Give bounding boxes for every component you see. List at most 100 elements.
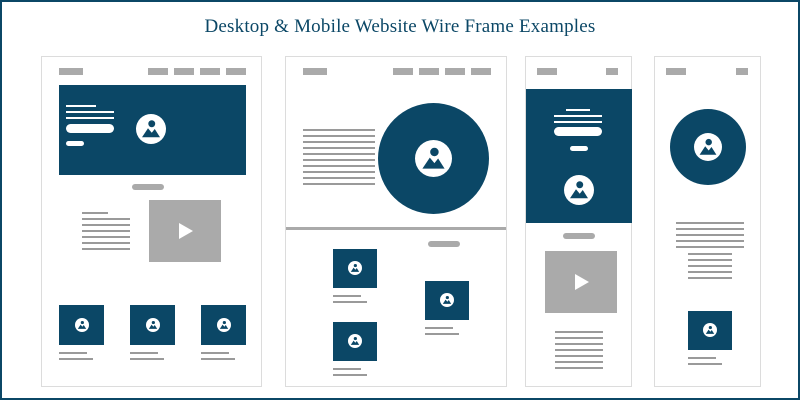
text-line: [676, 222, 744, 224]
hero-text-line: [66, 111, 114, 113]
nav-item: [226, 68, 246, 75]
image-mountain-icon: [75, 318, 89, 332]
image-mountain-icon: [694, 133, 722, 161]
text-line: [82, 236, 130, 238]
nav-item: [393, 68, 413, 75]
caption-line: [130, 352, 158, 354]
text-line: [303, 153, 375, 155]
text-line: [555, 367, 603, 369]
section-heading-placeholder: [132, 184, 164, 190]
menu-placeholder: [736, 68, 748, 75]
hero-image-circle: [670, 109, 746, 185]
wireframe-mobile-2: [654, 56, 761, 387]
nav-item: [200, 68, 220, 75]
text-line: [303, 177, 375, 179]
caption-line: [688, 357, 716, 359]
image-mountain-icon: [564, 175, 594, 205]
caption-line: [425, 327, 453, 329]
section-heading-placeholder: [563, 233, 595, 239]
text-line: [303, 165, 375, 167]
text-line: [82, 224, 130, 226]
hero-banner: [59, 85, 246, 175]
image-mountain-icon: [146, 318, 160, 332]
page-title: Desktop & Mobile Website Wire Frame Exam…: [204, 16, 596, 37]
text-line: [303, 141, 375, 143]
image-tile: [333, 322, 377, 361]
caption-line: [201, 358, 235, 360]
text-line: [688, 271, 732, 273]
hero-input-placeholder: [66, 124, 114, 133]
image-tile: [688, 311, 732, 350]
logo-placeholder: [303, 68, 327, 75]
text-line: [676, 246, 744, 248]
caption-line: [59, 352, 87, 354]
section-divider: [286, 227, 506, 230]
menu-placeholder: [606, 68, 618, 75]
hero-image-circle: [378, 103, 489, 214]
play-icon: [575, 274, 589, 290]
caption-line: [333, 368, 361, 370]
text-line: [555, 349, 603, 351]
hero-text-line: [566, 109, 590, 111]
caption-line: [130, 358, 164, 360]
nav-item: [471, 68, 491, 75]
text-line: [555, 355, 603, 357]
text-line: [303, 183, 375, 185]
text-line: [555, 343, 603, 345]
image-tile: [425, 281, 469, 320]
nav-item: [174, 68, 194, 75]
hero-button-placeholder: [570, 146, 588, 151]
caption-line: [333, 301, 367, 303]
hero-text-line: [66, 105, 96, 107]
image-mountain-icon: [217, 318, 231, 332]
hero-text-line: [554, 115, 602, 117]
image-mountain-icon: [348, 261, 362, 275]
hero-input-placeholder: [554, 127, 602, 136]
text-line: [676, 234, 744, 236]
image-tile: [201, 305, 246, 345]
nav-item: [148, 68, 168, 75]
text-line: [82, 248, 130, 250]
video-placeholder: [149, 200, 221, 262]
text-line: [688, 265, 732, 267]
logo-placeholder: [537, 68, 557, 75]
caption-line: [688, 363, 722, 365]
logo-placeholder: [666, 68, 686, 75]
caption-line: [333, 295, 361, 297]
text-line: [82, 218, 130, 220]
text-line: [303, 171, 375, 173]
hero-text-line: [66, 117, 114, 119]
text-line: [688, 259, 732, 261]
image-mountain-icon: [136, 114, 166, 144]
nav-item: [419, 68, 439, 75]
text-line: [303, 147, 375, 149]
hero-button-placeholder: [66, 141, 84, 146]
text-line: [82, 230, 130, 232]
play-icon: [179, 223, 193, 239]
text-line: [676, 240, 744, 242]
text-line: [303, 135, 375, 137]
caption-line: [425, 333, 459, 335]
hero-banner: [526, 89, 632, 223]
wireframe-desktop-2: [285, 56, 507, 387]
text-line: [82, 242, 130, 244]
wireframe-desktop-1: [41, 56, 262, 387]
text-line: [688, 253, 732, 255]
image-mountain-icon: [703, 323, 717, 337]
text-line: [555, 331, 603, 333]
caption-line: [59, 358, 93, 360]
section-heading-placeholder: [428, 241, 460, 247]
text-line: [303, 129, 375, 131]
text-line: [555, 361, 603, 363]
image-mountain-icon: [415, 140, 452, 177]
text-line: [82, 212, 108, 214]
image-mountain-icon: [440, 293, 454, 307]
logo-placeholder: [59, 68, 83, 75]
image-tile: [59, 305, 104, 345]
image-mountain-icon: [348, 334, 362, 348]
text-line: [676, 228, 744, 230]
video-placeholder: [545, 251, 617, 313]
text-line: [688, 277, 732, 279]
text-line: [555, 337, 603, 339]
image-tile: [333, 249, 377, 288]
